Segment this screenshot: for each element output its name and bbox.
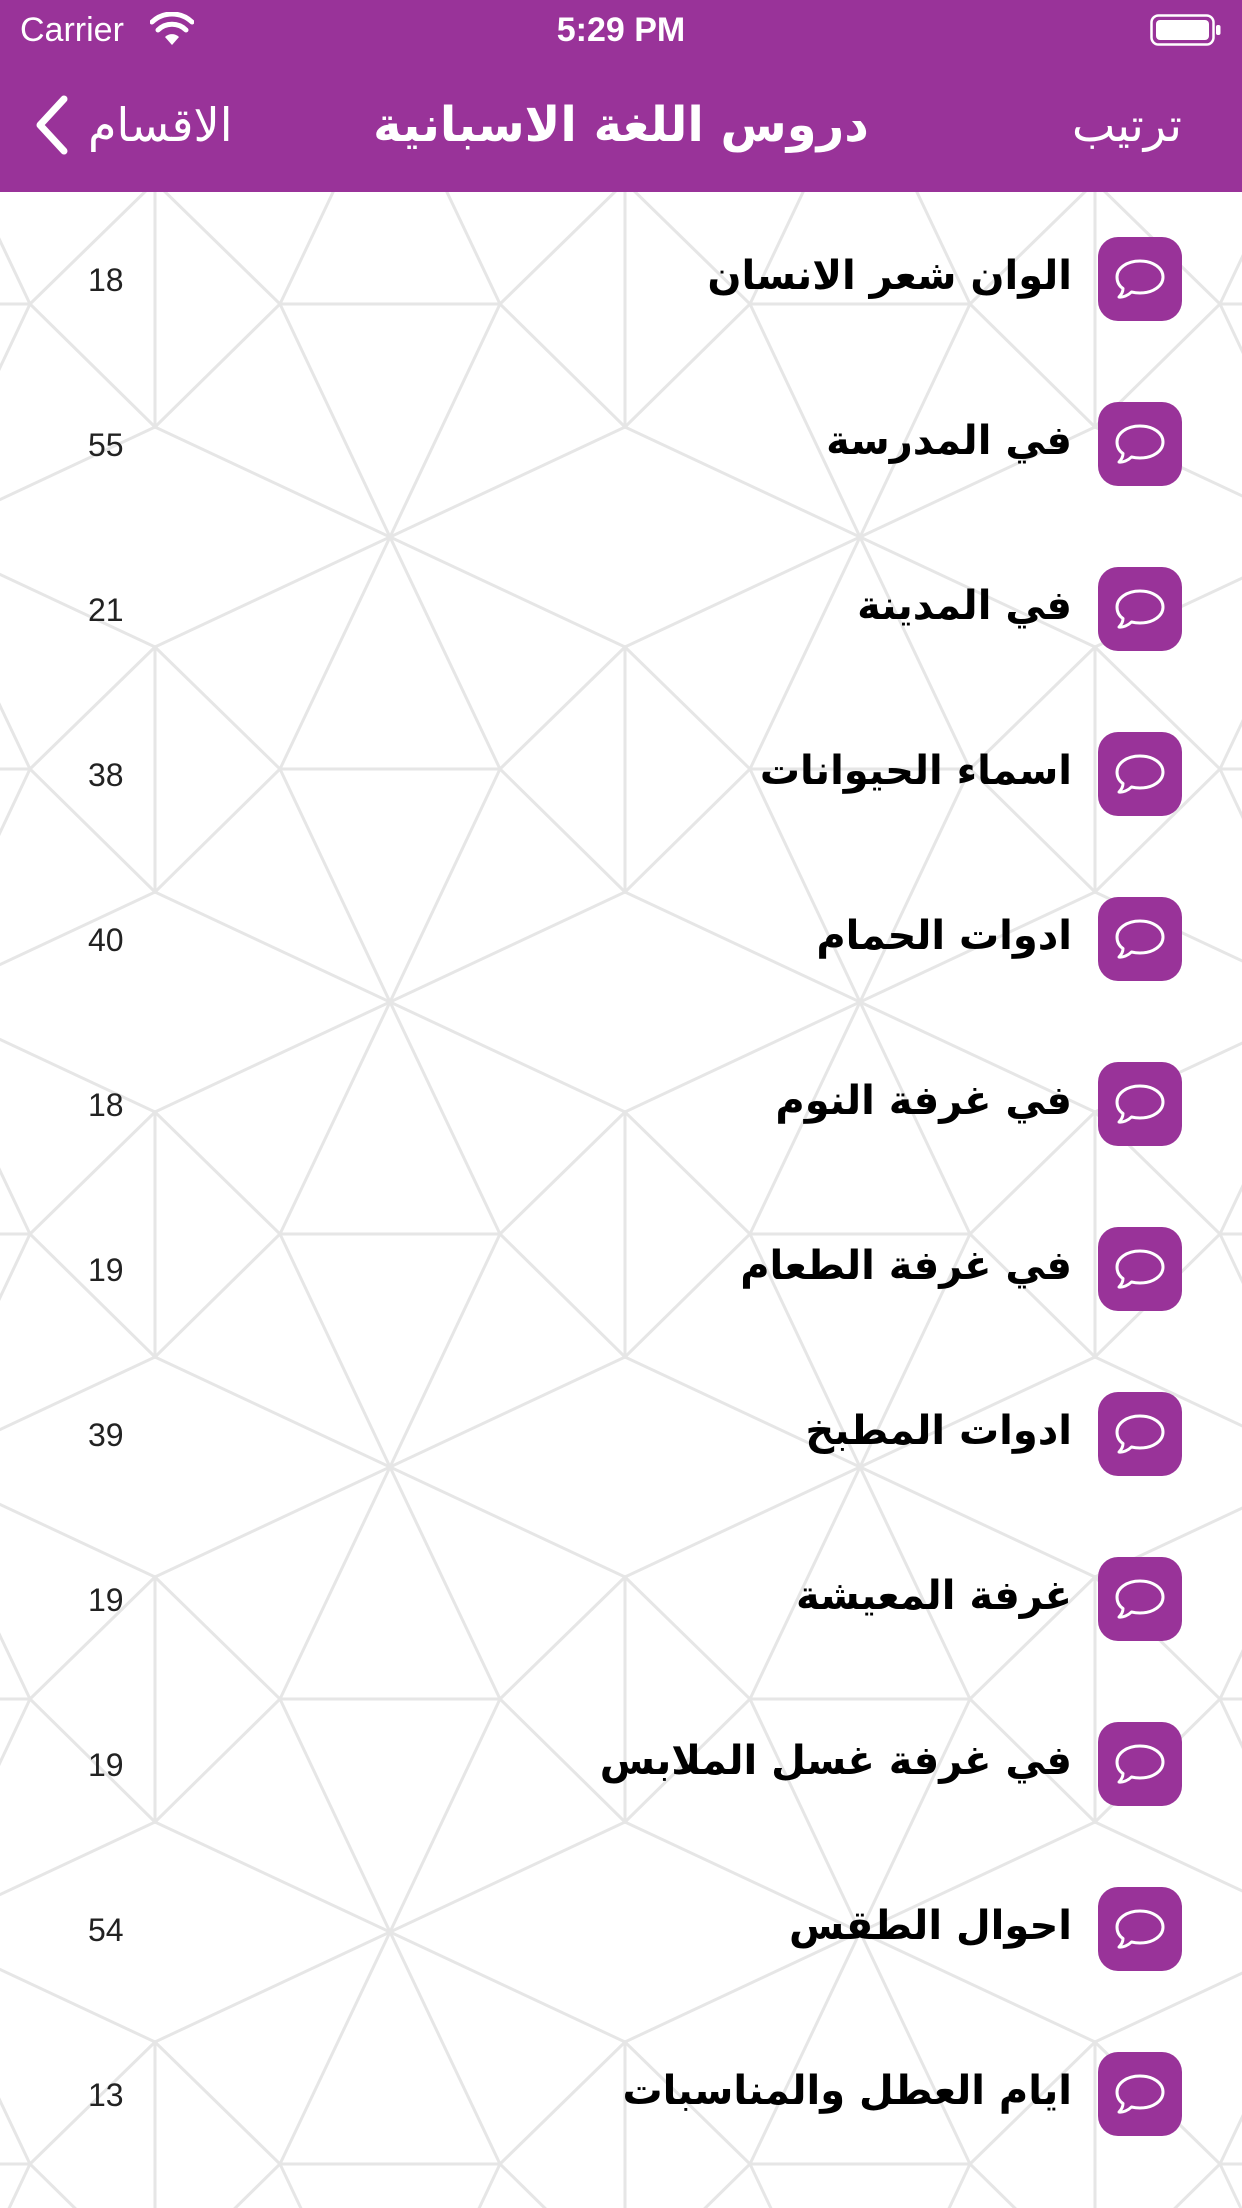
speech-bubble-icon (1098, 567, 1182, 651)
list-item-count: 21 (88, 592, 124, 628)
speech-bubble-icon (1098, 732, 1182, 816)
list-item[interactable]: ايام العطل والمناسبات 13 (0, 2007, 1242, 2172)
speech-bubble-icon (1098, 1062, 1182, 1146)
status-bar: Carrier 5:29 PM (0, 0, 1242, 62)
list-item[interactable]: احوال الطقس 54 (0, 1842, 1242, 2007)
list-item-title: احوال الطقس (789, 1903, 1072, 1949)
list-item[interactable]: في غرفة النوم 18 (0, 1017, 1242, 1182)
page-title: دروس اللغة الاسبانية (373, 97, 869, 153)
list-item[interactable]: غرفة المعيشة 19 (0, 1512, 1242, 1677)
list-item-count: 39 (88, 1417, 124, 1453)
speech-bubble-icon (1098, 1722, 1182, 1806)
navigation-bar: الاقسام دروس اللغة الاسبانية ترتيب (0, 62, 1242, 192)
lesson-rows: الوان شعر الانسان 18 في المدرسة 55 في ال… (0, 192, 1242, 2172)
speech-bubble-icon (1098, 237, 1182, 321)
list-item-count: 18 (88, 262, 124, 298)
lesson-list[interactable]: الوان شعر الانسان 18 في المدرسة 55 في ال… (0, 192, 1242, 2208)
list-item-title: في غرفة غسل الملابس (599, 1738, 1072, 1784)
list-item-count: 55 (88, 427, 124, 463)
list-item-title: في المدرسة (826, 418, 1072, 464)
list-item-count: 19 (88, 1582, 124, 1618)
speech-bubble-icon (1098, 1557, 1182, 1641)
back-button-label: الاقسام (88, 98, 233, 152)
back-button[interactable]: الاقسام (32, 90, 233, 160)
list-item-title: اسماء الحيوانات (759, 748, 1072, 794)
list-item-title: في المدينة (857, 583, 1072, 629)
list-item[interactable]: في المدرسة 55 (0, 357, 1242, 522)
list-item[interactable]: ادوات المطبخ 39 (0, 1347, 1242, 1512)
list-item-count: 13 (88, 2077, 124, 2113)
list-item-title: ادوات الحمام (816, 913, 1072, 959)
list-item-count: 40 (88, 922, 124, 958)
list-item-count: 54 (88, 1912, 124, 1948)
list-item-count: 18 (88, 1087, 124, 1123)
list-item-title: الوان شعر الانسان (707, 253, 1072, 299)
list-item[interactable]: ادوات الحمام 40 (0, 852, 1242, 1017)
list-item-count: 38 (88, 757, 124, 793)
speech-bubble-icon (1098, 1227, 1182, 1311)
clock: 5:29 PM (556, 11, 686, 49)
speech-bubble-icon (1098, 897, 1182, 981)
sort-button[interactable]: ترتيب (1072, 90, 1182, 160)
list-item-title: ادوات المطبخ (805, 1408, 1072, 1454)
list-item[interactable]: في غرفة الطعام 19 (0, 1182, 1242, 1347)
chevron-left-icon (36, 95, 68, 155)
app-header: Carrier 5:29 PM الاقسام دروس اللغة الاسب… (0, 0, 1242, 192)
list-item-title: في غرفة النوم (775, 1078, 1072, 1124)
battery-icon (1150, 14, 1221, 46)
list-item[interactable]: في المدينة 21 (0, 522, 1242, 687)
speech-bubble-icon (1098, 402, 1182, 486)
speech-bubble-icon (1098, 1887, 1182, 1971)
list-item[interactable]: في غرفة غسل الملابس 19 (0, 1677, 1242, 1842)
speech-bubble-icon (1098, 1392, 1182, 1476)
list-item-title: في غرفة الطعام (740, 1243, 1072, 1289)
list-item-title: غرفة المعيشة (796, 1573, 1072, 1619)
list-item-count: 19 (88, 1252, 124, 1288)
speech-bubble-icon (1098, 2052, 1182, 2136)
list-item[interactable]: اسماء الحيوانات 38 (0, 687, 1242, 852)
list-item[interactable]: الوان شعر الانسان 18 (0, 192, 1242, 357)
list-item-title: ايام العطل والمناسبات (622, 2068, 1072, 2114)
list-item-count: 19 (88, 1747, 124, 1783)
